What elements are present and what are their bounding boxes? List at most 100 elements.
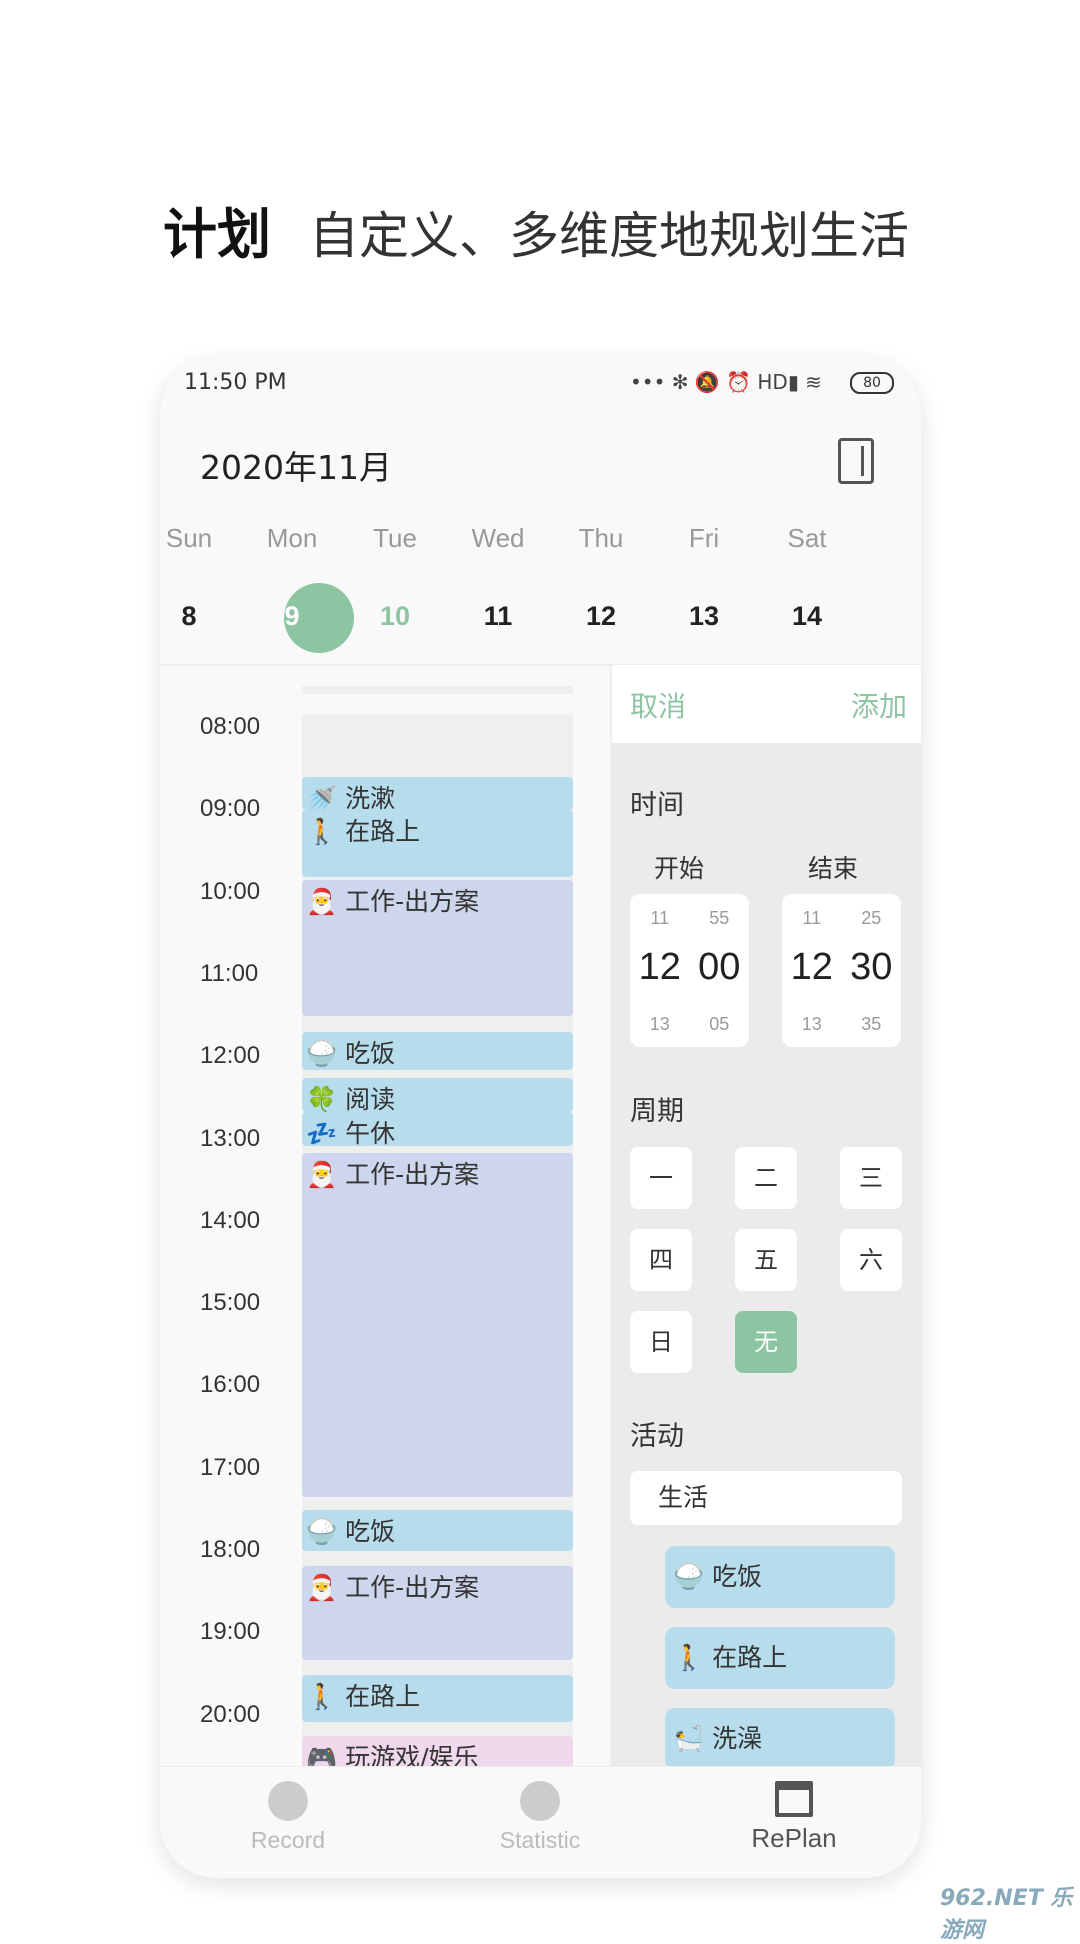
event-icon: 🎅 [306,1573,338,1602]
event-block[interactable]: 🚿 洗漱 [302,777,573,810]
cancel-button[interactable]: 取消 [630,685,686,725]
cycle-option[interactable]: 四 [630,1229,692,1291]
hour-label: 09:00 [200,795,261,823]
event-icon: 🚶 [306,1682,338,1711]
event-icon: 🍚 [306,1039,338,1068]
event-block[interactable]: 🚶 在路上 [302,1675,573,1722]
battery-icon: 80 [850,372,894,394]
event-label: 阅读 [345,1085,396,1112]
date-14[interactable]: 14 [757,601,857,632]
weekday-tue: Tue [373,523,417,553]
event-icon: 🎅 [306,887,338,916]
event-label: 工作-出方案 [345,1573,480,1602]
nav-replan[interactable]: RePlan [694,1767,894,1854]
activity-item[interactable]: 🛀 洗澡 [665,1708,895,1770]
activity-icon: 🛀 [673,1724,705,1753]
status-icons: ••• ✻ 🔕 ⏰ HD▮ ≋ [630,370,822,394]
hour-label: 18:00 [200,1536,261,1563]
event-label: 在路上 [345,817,421,846]
month-title: 2020年11月 [200,448,392,487]
cycle-option[interactable]: 六 [840,1229,902,1291]
activity-item[interactable]: 🚶 在路上 [665,1627,895,1689]
event-label: 工作-出方案 [345,887,480,916]
bottom-nav: Record Statistic RePlan [160,1766,921,1878]
event-block[interactable]: 🍚 吃饭 [302,1032,573,1070]
event-icon: 🍚 [306,1517,338,1546]
nav-record[interactable]: Record [188,1767,388,1854]
activity-icon: 🚶 [673,1643,705,1672]
event-label: 吃饭 [345,1039,396,1068]
event-block[interactable]: 🚶 在路上 [302,810,573,877]
event-icon: 💤 [306,1119,338,1146]
headline-title: 计划 [163,203,271,266]
event-label: 吃饭 [345,1517,396,1546]
cycle-option[interactable]: 一 [630,1147,692,1209]
event-block[interactable]: 🎅 工作-出方案 [302,1153,573,1497]
event-label: 工作-出方案 [345,1160,480,1189]
hour-label: 15:00 [200,1289,261,1317]
event-block[interactable]: 💤 午休 [302,1112,573,1146]
cycle-option[interactable]: 无 [735,1311,797,1373]
add-button[interactable]: 添加 [851,685,907,725]
event-block[interactable]: 🎅 工作-出方案 [302,1566,573,1660]
notebook-icon[interactable] [838,438,874,484]
hour-label: 16:00 [200,1371,261,1399]
pie-chart-icon [440,1781,640,1821]
hour-label: 10:00 [200,877,261,905]
weekday-mon: Mon [266,523,318,553]
event-block[interactable]: 🍀 阅读 [302,1078,573,1112]
hour-label: 20:00 [200,1700,261,1728]
start-label: 开始 [654,854,705,883]
event-block[interactable]: 🎅 工作-出方案 [302,880,573,1016]
hour-label: 08:00 [200,713,261,740]
activity-label: 活动 [630,1421,684,1452]
start-time-picker[interactable]: 11 55 12 00 13 05 [630,894,749,1047]
hour-label: 13:00 [200,1124,261,1152]
cycle-label: 周期 [630,1096,684,1127]
event-label: 在路上 [345,1682,421,1711]
date-12[interactable]: 12 [551,601,651,632]
hour-label: 11:00 [200,959,259,987]
cycle-option[interactable]: 日 [630,1311,692,1373]
event-label: 午休 [345,1119,396,1146]
event-icon: 🎅 [306,1160,338,1189]
hour-label: 17:00 [200,1453,261,1481]
nav-statistic[interactable]: Statistic [440,1767,640,1854]
end-time-picker[interactable]: 11 25 12 30 13 35 [782,894,901,1047]
date-11[interactable]: 11 [448,601,548,632]
weekday-fri: Fri [688,523,720,553]
headline: 计划 自定义、多维度地规划生活 [163,190,909,269]
gauge-icon [188,1781,388,1821]
hour-label: 14:00 [200,1206,261,1234]
event-label: 洗漱 [345,784,396,810]
status-time: 11:50 PM [184,370,287,395]
watermark: 962.NET 乐游网 [940,1886,1073,1943]
time-label: 时间 [630,790,684,821]
activity-label: 在路上 [712,1643,788,1672]
cycle-option[interactable]: 二 [735,1147,797,1209]
phone-screen: 11:50 PM ••• ✻ 🔕 ⏰ HD▮ ≋ 80 2020年11月 Sun… [160,358,921,1878]
hour-label: 19:00 [200,1618,261,1646]
end-label: 结束 [808,854,859,883]
add-plan-panel: 取消 添加 时间 开始 结束 11 55 12 00 13 05 11 25 12 30 … [610,665,921,1775]
cycle-option[interactable]: 三 [840,1147,902,1209]
activity-label: 吃饭 [712,1562,763,1591]
date-10[interactable]: 10 [345,601,445,632]
calendar-plan-icon [694,1781,894,1817]
activity-label: 洗澡 [712,1724,763,1753]
hour-label: 12:00 [200,1042,261,1070]
cycle-option[interactable]: 五 [735,1229,797,1291]
event-icon: 🍀 [306,1085,338,1112]
weekday-sat: Sat [787,523,827,553]
event-icon: 🚶 [306,817,338,846]
date-8[interactable]: 8 [160,601,239,632]
date-9[interactable]: 9 [242,601,342,632]
activity-icon: 🍚 [673,1562,705,1591]
event-block[interactable]: 🍚 吃饭 [302,1510,573,1551]
weekday-wed: Wed [471,523,525,553]
date-13[interactable]: 13 [654,601,754,632]
weekday-thu: Thu [578,523,624,553]
activity-item[interactable]: 🍚 吃饭 [665,1546,895,1608]
headline-subtitle: 自定义、多维度地规划生活 [309,207,909,265]
category-selector[interactable]: 生活 [630,1471,902,1525]
